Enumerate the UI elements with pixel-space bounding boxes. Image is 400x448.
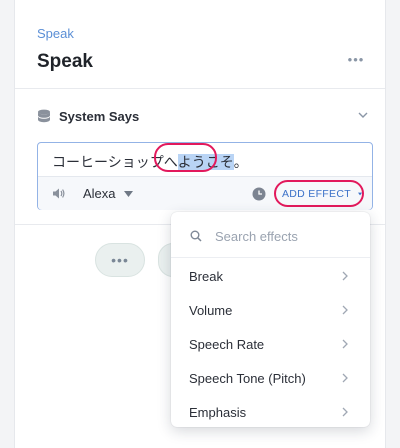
chevron-right-icon xyxy=(342,373,348,383)
caret-down-icon xyxy=(357,192,362,195)
add-effect-button[interactable]: ADD EFFECT xyxy=(274,180,364,207)
search-icon xyxy=(190,230,202,242)
effect-item-break[interactable]: Break xyxy=(171,259,370,293)
selection-highlight-ring xyxy=(154,143,217,172)
search-effects-input[interactable] xyxy=(215,226,355,246)
speech-text[interactable]: コーヒーショップへようこそ。 xyxy=(52,152,248,172)
speech-editor[interactable]: コーヒーショップへようこそ。 Alexa ADD EFFECT xyxy=(37,142,373,210)
more-actions-button[interactable]: ••• xyxy=(95,243,145,277)
caret-down-icon[interactable] xyxy=(124,191,133,197)
breadcrumb[interactable]: Speak xyxy=(37,26,74,41)
effects-dropdown: Break Volume Speech Rate Speech Tone (Pi… xyxy=(171,212,370,427)
clock-icon[interactable] xyxy=(252,187,266,201)
page-title: Speak xyxy=(37,51,93,72)
section-title: System Says xyxy=(59,108,140,124)
voice-select[interactable]: Alexa xyxy=(83,186,116,201)
divider xyxy=(15,88,385,89)
database-icon xyxy=(38,109,50,123)
effect-item-volume[interactable]: Volume xyxy=(171,293,370,327)
chevron-right-icon xyxy=(342,339,348,349)
effect-item-label: Volume xyxy=(189,302,233,318)
effect-item-emphasis[interactable]: Emphasis xyxy=(171,395,370,427)
chevron-right-icon xyxy=(342,407,348,417)
effect-item-label: Speech Tone (Pitch) xyxy=(189,370,306,386)
chevron-right-icon xyxy=(342,305,348,315)
effect-item-label: Speech Rate xyxy=(189,336,265,352)
effect-item-label: Break xyxy=(189,268,223,284)
add-effect-label: ADD EFFECT xyxy=(282,187,351,200)
system-says-section-header[interactable]: System Says xyxy=(37,106,373,126)
effect-item-speech-tone[interactable]: Speech Tone (Pitch) xyxy=(171,361,370,395)
more-options-button[interactable]: ••• xyxy=(347,52,365,68)
effect-item-label: Emphasis xyxy=(189,404,247,420)
effects-search xyxy=(171,212,370,258)
chevron-down-icon[interactable] xyxy=(357,109,369,121)
editor-toolbar: Alexa ADD EFFECT xyxy=(38,176,372,210)
effect-item-speech-rate[interactable]: Speech Rate xyxy=(171,327,370,361)
chevron-right-icon xyxy=(342,271,348,281)
speech-text-end: 。 xyxy=(233,154,248,170)
speaker-icon xyxy=(53,188,65,199)
